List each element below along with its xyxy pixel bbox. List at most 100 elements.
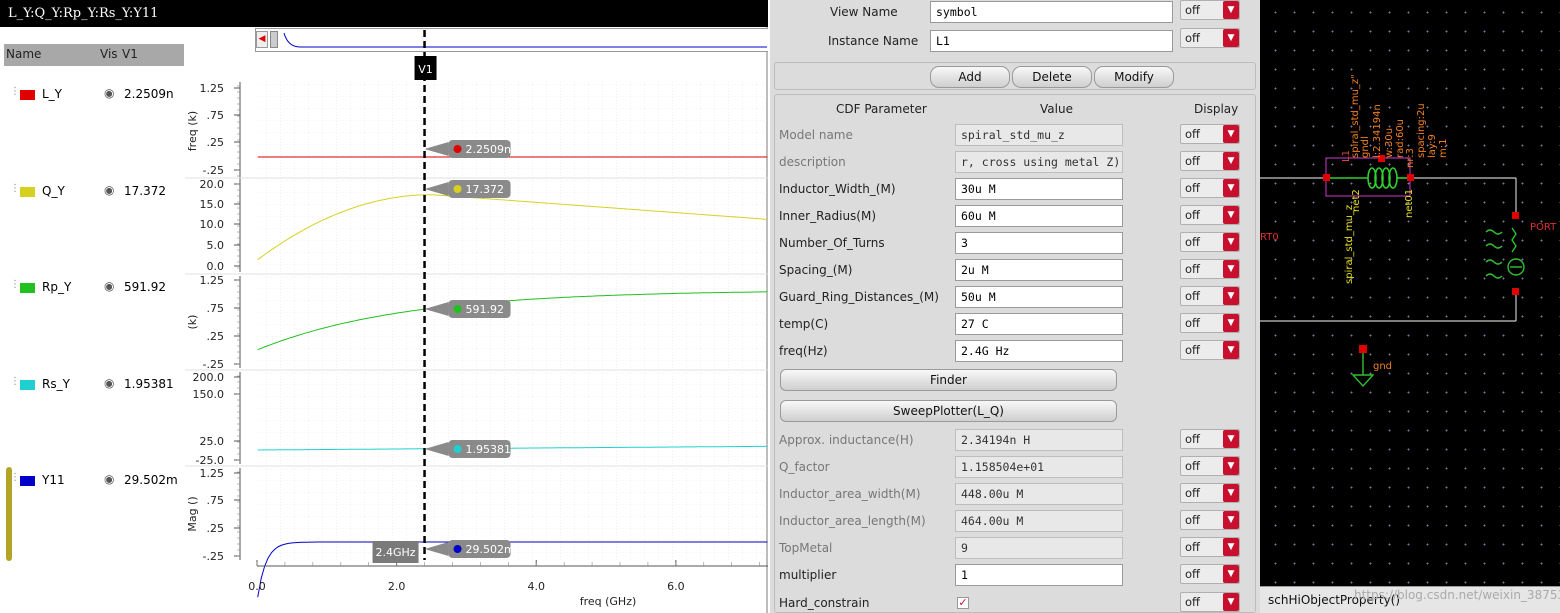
dropdown-value: off [1185,208,1200,222]
y-tick-label: .75 [207,302,225,315]
param-label-inner-radius-m: Inner_Radius(M) [779,209,877,223]
param-display-dropdown-number-of-turns[interactable]: off ▼ [1180,232,1240,252]
param-display-dropdown-description[interactable]: off ▼ [1180,151,1240,171]
chevron-down-icon: ▼ [1223,430,1239,448]
schematic-drawing[interactable]: L1 spiral_std_mu_z" gndl l:2.34194n w:30… [1260,0,1560,586]
param-display-dropdown-approx-inductance-h[interactable]: off ▼ [1180,429,1240,449]
instance-name-field[interactable]: L1 [930,30,1173,52]
delete-button[interactable]: Delete [1012,66,1092,88]
param-display-dropdown-inductor-width-m[interactable]: off ▼ [1180,178,1240,198]
param-display-dropdown-inductor-area-width-m[interactable]: off ▼ [1180,483,1240,503]
x-tick-label: 4.0 [527,580,545,593]
param-display-dropdown-spacing-m[interactable]: off ▼ [1180,259,1240,279]
sch-prop-3: w:30u [1384,128,1395,158]
y-tick-label: .75 [207,494,225,507]
param-label-guard-ring-distances-m: Guard_Ring_Distances_(M) [779,290,939,304]
plot-strip-q-y[interactable] [257,180,768,272]
marker-label: V1 [418,63,433,76]
sweep-plotter-button[interactable]: SweepPlotter(L_Q) [780,400,1117,422]
param-display-dropdown-freq-hz[interactable]: off ▼ [1180,340,1240,360]
y-tick-label: .75 [207,109,225,122]
y-axis-label: (k) [186,315,199,330]
add-button[interactable]: Add [930,66,1010,88]
dropdown-value: off [1185,289,1200,303]
param-display-dropdown-inner-radius-m[interactable]: off ▼ [1180,205,1240,225]
y-tick-label: -25.0 [196,454,224,467]
param-field-guard-ring-distances-m[interactable]: 50u M [955,286,1123,308]
dropdown-value: off [1185,486,1200,500]
modify-button[interactable]: Modify [1094,66,1174,88]
finder-button[interactable]: Finder [780,369,1117,391]
param-display-dropdown-temp-c[interactable]: off ▼ [1180,313,1240,333]
param-label-inductor-area-width-m: Inductor_area_width(M) [779,487,921,501]
param-label-topmetal: TopMetal [779,541,833,555]
waveform-plot[interactable]: 1.25 .75 .25 -.25 freq (k) 20.0 15.0 10.0 5.0 0.0… [0,0,768,613]
y-tick-label: 200.0 [193,371,225,384]
plot-strip-rs-y[interactable] [257,372,768,464]
dropdown-value: off [1185,595,1200,609]
sch-prop-6: spacing:2u [1416,103,1427,158]
property-editor: View Name symbol off ▼ Instance Name L1 o… [770,0,1260,613]
dropdown-value: off [1185,181,1200,195]
chevron-down-icon: ▼ [1223,287,1239,305]
screen: L_Y:Q_Y:Rp_Y:Rs_Y:Y11 ◀ Name Vis V1 ⋮ L_… [0,0,1560,613]
x-tick-label: 6.0 [667,580,685,593]
param-field-freq-hz[interactable]: 2.4G Hz [955,340,1123,362]
callout-dot [453,545,462,553]
callout-value: 29.502m [466,543,515,556]
param-display-dropdown-model-name[interactable]: off ▼ [1180,124,1240,144]
param-display-dropdown-topmetal[interactable]: off ▼ [1180,537,1240,557]
sch-prop-1: gndl [1360,136,1371,158]
x-axis-label: freq (GHz) [580,595,637,608]
hard-constrain-checkbox[interactable]: ✓ [957,597,969,609]
inductor-coil-icon [1326,167,1410,189]
view-name-label: View Name [830,5,898,19]
dropdown-value: off [1185,316,1200,330]
sch-prop-7: lay:9 [1427,134,1438,158]
param-label-q-factor: Q_factor [779,460,830,474]
x-tick-label: 0.0 [248,580,266,593]
y-tick-label: 0.0 [207,260,225,273]
param-field-topmetal: 9 [955,537,1123,559]
param-label-inductor-width-m: Inductor_Width_(M) [779,182,896,196]
callout-dot [453,445,462,453]
net01-label: net01 [1404,189,1415,218]
chevron-down-icon: ▼ [1223,457,1239,475]
chevron-down-icon: ▼ [1223,511,1239,529]
instance-name-display-dropdown[interactable]: off ▼ [1180,28,1240,48]
param-label-model-name: Model name [779,128,853,142]
value-header: Value [1040,102,1073,116]
sch-prop-8: m:1 [1438,139,1449,158]
param-label-temp-c: temp(C) [779,317,829,331]
view-name-field[interactable]: symbol [930,1,1173,23]
dropdown-value: off [1185,567,1200,581]
view-name-display-dropdown[interactable]: off ▼ [1180,0,1240,20]
chevron-down-icon: ▼ [1223,152,1239,170]
param-display-dropdown-q-factor[interactable]: off ▼ [1180,456,1240,476]
callout-value: 17.372 [466,183,505,196]
port-left-label: RT0 [1260,232,1279,243]
param-label-spacing-m: Spacing_(M) [779,263,853,277]
param-display-dropdown-guard-ring-distances-m[interactable]: off ▼ [1180,286,1240,306]
param-field-number-of-turns[interactable]: 3 [955,232,1123,254]
hard-constrain-display-dropdown[interactable]: off ▼ [1180,592,1240,612]
marker-x-label: 2.4GHz [376,546,416,559]
param-field-inner-radius-m[interactable]: 60u M [955,205,1123,227]
param-field-spacing-m[interactable]: 2u M [955,259,1123,281]
chevron-down-icon: ▼ [1223,484,1239,502]
chevron-down-icon: ▼ [1223,341,1239,359]
y-tick-label: -.25 [203,164,224,177]
instance-name-label: Instance Name [828,34,919,48]
param-field-inductor-width-m[interactable]: 30u M [955,178,1123,200]
param-label-inductor-area-length-m: Inductor_area_length(M) [779,514,926,528]
param-display-dropdown-inductor-area-length-m[interactable]: off ▼ [1180,510,1240,530]
param-field-temp-c[interactable]: 27 C [955,313,1123,335]
chevron-down-icon: ▼ [1223,1,1239,19]
plot-strip-l-y[interactable] [257,82,768,180]
dropdown-value: off [1185,262,1200,276]
chevron-down-icon: ▼ [1223,233,1239,251]
param-field-multiplier[interactable]: 1 [955,564,1123,586]
model-name-label: spiral_std_mu_z [1344,205,1355,284]
plot-strip-rp-y[interactable] [257,276,768,368]
param-display-dropdown-multiplier[interactable]: off ▼ [1180,564,1240,584]
